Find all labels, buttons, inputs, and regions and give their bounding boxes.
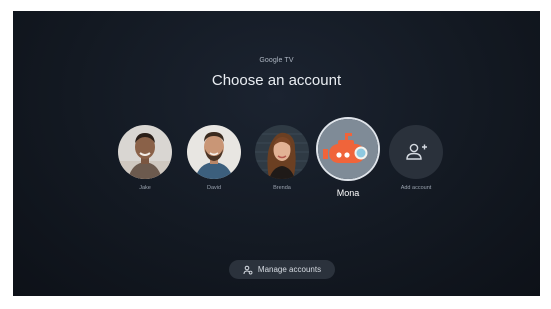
account-name: David — [206, 185, 222, 191]
avatar-mona — [318, 119, 378, 179]
brand-label: Google TV — [259, 57, 294, 64]
add-person-icon — [406, 143, 427, 160]
account-name: Jake — [139, 185, 151, 191]
account-picker-screen: Google TV Choose an account Jake David B… — [13, 11, 540, 296]
account-list: Jake David Brenda Mona Add account — [13, 119, 540, 214]
avatar-david — [187, 125, 241, 179]
account-name: Mona — [336, 188, 360, 198]
account-name: Brenda — [273, 185, 291, 191]
page-title: Choose an account — [211, 72, 342, 89]
avatar-brenda — [255, 125, 309, 179]
account-name: Add account — [400, 185, 432, 191]
manage-accounts-label: Manage accounts — [257, 265, 322, 274]
avatar-jake — [118, 125, 172, 179]
add-account-circle — [389, 125, 443, 179]
manage-accounts-icon — [243, 265, 253, 275]
submarine-icon — [318, 119, 378, 179]
manage-accounts-button[interactable]: Manage accounts — [229, 260, 335, 279]
